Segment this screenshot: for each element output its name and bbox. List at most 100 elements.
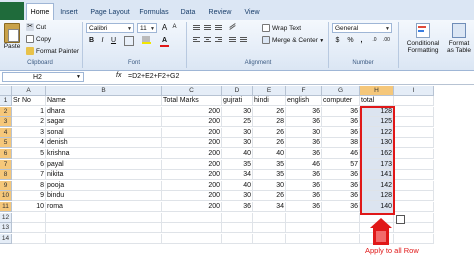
data-cell[interactable]: 36	[286, 149, 322, 159]
data-cell[interactable]: roma	[46, 202, 162, 212]
data-cell[interactable]: 30	[253, 180, 286, 191]
row-header-6[interactable]: 6	[0, 149, 12, 159]
currency-button[interactable]: $	[333, 36, 342, 45]
empty-cell[interactable]	[394, 180, 434, 191]
row-header-10[interactable]: 10	[0, 191, 12, 202]
data-cell[interactable]: 26	[253, 191, 286, 202]
data-cell[interactable]: 200	[162, 191, 222, 202]
name-box[interactable]: H2	[2, 72, 84, 82]
empty-cell[interactable]	[394, 138, 434, 149]
data-cell[interactable]: payal	[46, 159, 162, 170]
data-cell[interactable]: 8	[12, 180, 46, 191]
header-cell[interactable]: Sr No	[12, 96, 46, 106]
row-header-9[interactable]: 9	[0, 180, 12, 191]
empty-cell[interactable]	[12, 223, 46, 234]
auto-fill-options-icon[interactable]	[396, 215, 405, 224]
format-painter-button[interactable]: Format Painter	[26, 47, 79, 57]
grow-font-icon[interactable]: A	[160, 23, 169, 32]
bold-button[interactable]: B	[87, 36, 96, 45]
empty-cell[interactable]	[394, 127, 434, 138]
header-cell[interactable]: hindi	[253, 96, 286, 106]
data-cell[interactable]: 36	[222, 202, 253, 212]
empty-cell[interactable]	[394, 233, 434, 244]
row-header-4[interactable]: 4	[0, 127, 12, 138]
empty-cell[interactable]	[394, 170, 434, 181]
empty-cell[interactable]	[322, 212, 360, 223]
data-cell[interactable]: 57	[322, 159, 360, 170]
data-cell[interactable]: 36	[322, 202, 360, 212]
shrink-font-icon[interactable]: A	[170, 23, 179, 32]
row-header-7[interactable]: 7	[0, 159, 12, 170]
font-size-select[interactable]: 11 ▼	[137, 23, 157, 33]
font-family-select[interactable]: Calibri ▼	[86, 23, 134, 33]
empty-cell[interactable]	[253, 233, 286, 244]
data-cell[interactable]: 36	[286, 170, 322, 181]
row-header-3[interactable]: 3	[0, 117, 12, 128]
data-cell[interactable]: 36	[322, 191, 360, 202]
row-header-5[interactable]: 5	[0, 138, 12, 149]
cut-button[interactable]: ✂ Cut	[26, 23, 46, 33]
data-cell[interactable]: 200	[162, 159, 222, 170]
data-cell[interactable]: 26	[253, 106, 286, 117]
row-header-2[interactable]: 2	[0, 106, 12, 117]
data-cell[interactable]: 2	[12, 117, 46, 128]
percent-button[interactable]: %	[346, 36, 355, 45]
row-header-13[interactable]: 13	[0, 223, 12, 234]
header-cell[interactable]: english	[286, 96, 322, 106]
data-cell[interactable]: pooja	[46, 180, 162, 191]
data-cell[interactable]: 34	[253, 202, 286, 212]
data-cell[interactable]: 30	[222, 127, 253, 138]
tab-page-layout[interactable]: Page Layout	[88, 5, 132, 20]
tab-data[interactable]: Data	[178, 5, 198, 20]
empty-cell[interactable]	[253, 212, 286, 223]
data-cell[interactable]: 36	[322, 180, 360, 191]
data-cell[interactable]: 200	[162, 149, 222, 159]
row-header-8[interactable]: 8	[0, 170, 12, 181]
font-color-button[interactable]: A	[160, 36, 169, 47]
data-cell[interactable]: 35	[222, 159, 253, 170]
empty-cell[interactable]	[222, 223, 253, 234]
align-bottom-icon[interactable]	[214, 24, 223, 33]
align-middle-icon[interactable]	[203, 24, 212, 33]
conditional-formatting-button[interactable]: Conditional Formatting	[404, 23, 442, 54]
data-cell[interactable]: 46	[322, 149, 360, 159]
data-cell[interactable]: 30	[222, 106, 253, 117]
row-header-14[interactable]: 14	[0, 233, 12, 244]
data-cell[interactable]: 26	[253, 138, 286, 149]
data-cell[interactable]: 36	[322, 106, 360, 117]
borders-icon[interactable]	[124, 36, 134, 46]
data-cell[interactable]: 10	[12, 202, 46, 212]
data-cell[interactable]: 28	[253, 117, 286, 128]
data-cell[interactable]: 36	[322, 127, 360, 138]
data-cell[interactable]: 1	[12, 106, 46, 117]
copy-button[interactable]: Copy	[26, 35, 51, 45]
align-center-icon[interactable]	[203, 36, 212, 45]
paste-button[interactable]: Paste	[2, 23, 22, 50]
data-cell[interactable]: sagar	[46, 117, 162, 128]
empty-cell[interactable]	[222, 233, 253, 244]
data-cell[interactable]: 200	[162, 170, 222, 181]
empty-cell[interactable]	[46, 233, 162, 244]
empty-cell[interactable]	[46, 223, 162, 234]
format-as-table-button[interactable]: Format as Table	[444, 23, 474, 54]
office-button[interactable]	[0, 2, 24, 20]
column-header-h[interactable]: H	[360, 86, 394, 96]
orientation-icon[interactable]	[228, 23, 237, 33]
formula-input[interactable]: =D2+E2+F2+G2	[128, 72, 179, 82]
decrease-indent-icon[interactable]	[228, 36, 237, 45]
data-cell[interactable]: 35	[253, 170, 286, 181]
merge-center-button[interactable]: Merge & Center ▼	[262, 36, 324, 46]
row-header-11[interactable]: 11	[0, 202, 12, 212]
data-cell[interactable]: 200	[162, 117, 222, 128]
header-cell[interactable]: Name	[46, 96, 162, 106]
data-cell[interactable]: 36	[286, 117, 322, 128]
data-cell[interactable]: dhara	[46, 106, 162, 117]
data-cell[interactable]: 38	[322, 138, 360, 149]
empty-cell[interactable]	[394, 117, 434, 128]
tab-insert[interactable]: Insert	[56, 5, 82, 20]
column-header-e[interactable]: E	[253, 86, 286, 96]
empty-cell[interactable]	[394, 223, 434, 234]
data-cell[interactable]: 36	[322, 170, 360, 181]
column-header-f[interactable]: F	[286, 86, 322, 96]
empty-cell[interactable]	[286, 233, 322, 244]
